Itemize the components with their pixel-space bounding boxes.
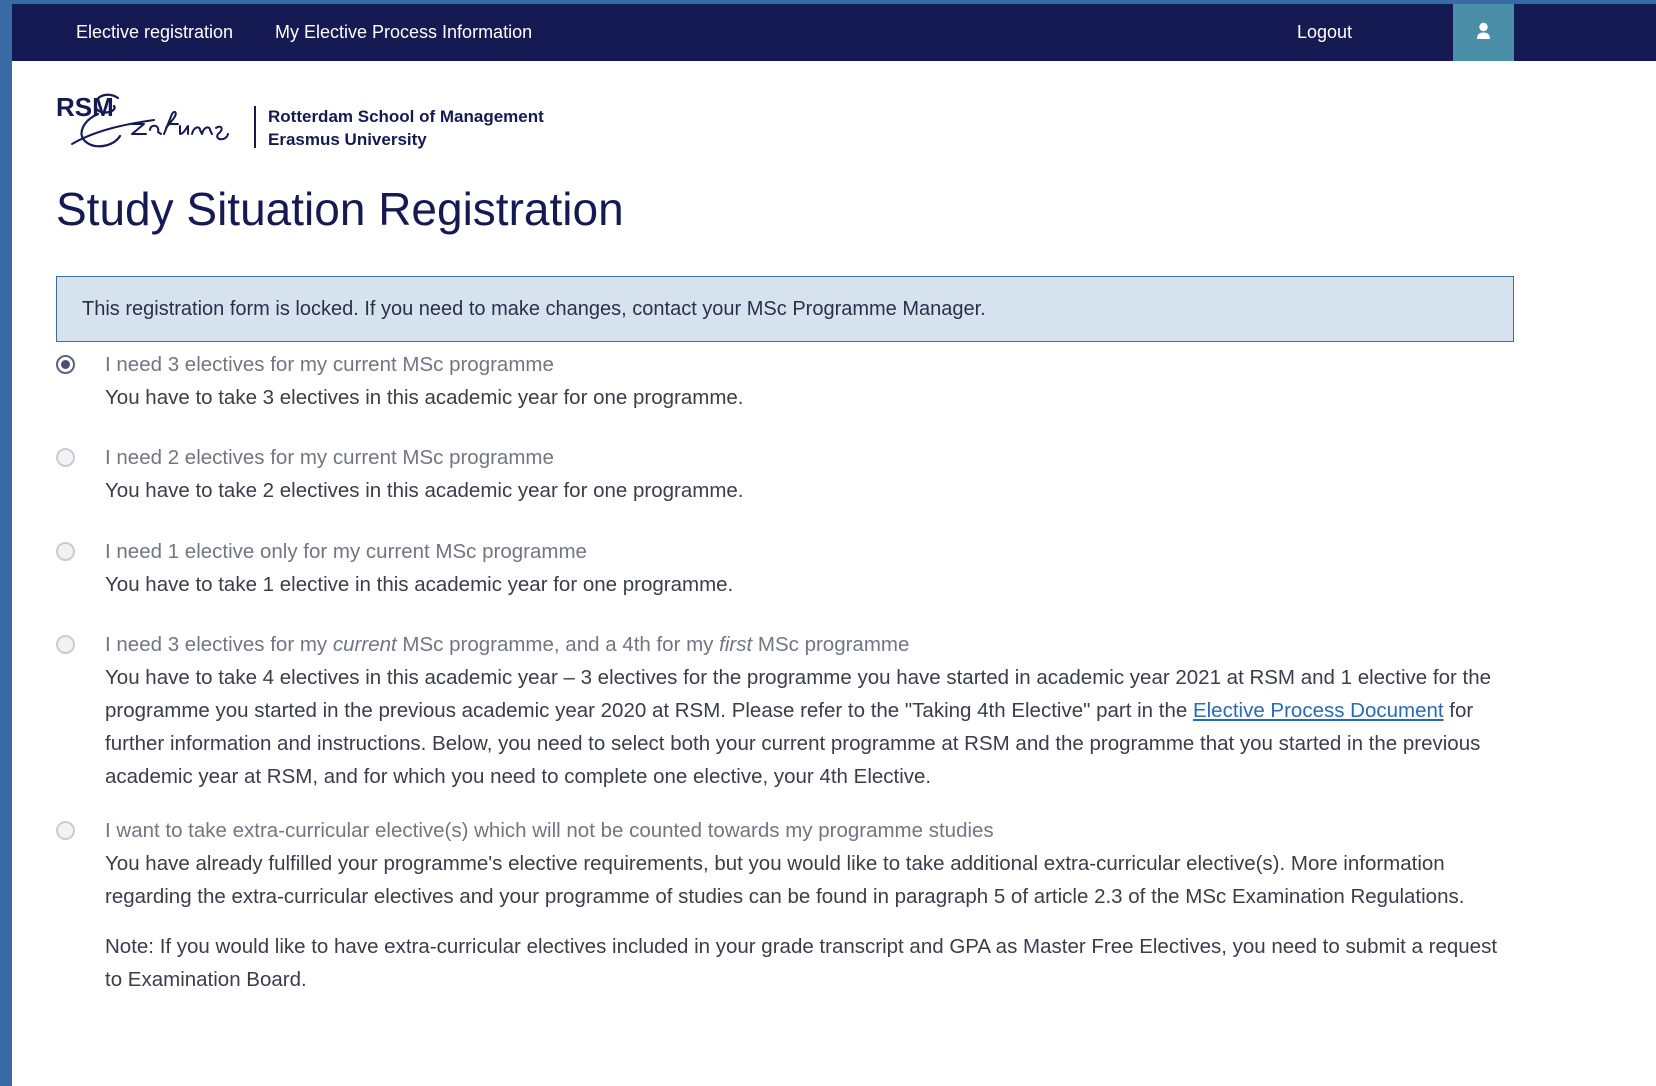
option-description: You have to take 4 electives in this aca… bbox=[105, 661, 1515, 793]
user-icon bbox=[1477, 22, 1490, 39]
page-frame: Elective registration My Elective Proces… bbox=[12, 4, 1656, 1086]
logout-link[interactable]: Logout bbox=[1297, 4, 1352, 61]
label-text: MSc programme bbox=[752, 633, 910, 656]
logo-school-name: Rotterdam School of Management Erasmus U… bbox=[268, 105, 544, 151]
top-navbar: Elective registration My Elective Proces… bbox=[12, 4, 1656, 61]
label-emphasis-first: first bbox=[719, 633, 753, 656]
option-label: I need 3 electives for my current MSc pr… bbox=[105, 353, 554, 376]
page-title: Study Situation Registration bbox=[56, 183, 624, 235]
radio-1-elective[interactable] bbox=[56, 542, 75, 561]
label-text: MSc programme, and a 4th for my bbox=[396, 633, 720, 656]
logo-line-1: Rotterdam School of Management bbox=[268, 107, 544, 126]
option-label: I need 2 electives for my current MSc pr… bbox=[105, 446, 554, 469]
label-emphasis-current: current bbox=[332, 633, 397, 656]
option-description: You have to take 2 electives in this aca… bbox=[105, 479, 744, 502]
option-label: I need 1 elective only for my current MS… bbox=[105, 540, 587, 563]
rsm-logo: RSM Rotterdam School of Management Erasm… bbox=[56, 84, 576, 164]
elective-process-document-link[interactable]: Elective Process Document bbox=[1193, 699, 1444, 722]
radio-2-electives[interactable] bbox=[56, 448, 75, 467]
label-text: I need 3 electives for my bbox=[105, 633, 333, 656]
option-note: Note: If you would like to have extra-cu… bbox=[105, 935, 1498, 991]
radio-3-electives[interactable] bbox=[56, 355, 75, 374]
user-menu-button[interactable] bbox=[1453, 4, 1514, 61]
radio-extra-curricular[interactable] bbox=[56, 821, 75, 840]
option-description: You have already fulfilled your programm… bbox=[105, 852, 1465, 908]
option-description: You have to take 1 elective in this acad… bbox=[105, 573, 734, 596]
erasmus-signature bbox=[71, 93, 229, 148]
option-description: You have to take 3 electives in this aca… bbox=[105, 386, 744, 409]
nav-elective-registration[interactable]: Elective registration bbox=[76, 4, 233, 61]
option-label: I need 3 electives for my current MSc pr… bbox=[105, 629, 1515, 661]
logo-line-2: Erasmus University bbox=[268, 130, 427, 149]
radio-4th-elective[interactable] bbox=[56, 635, 75, 654]
locked-form-alert: This registration form is locked. If you… bbox=[56, 276, 1514, 342]
option-label: I want to take extra-curricular elective… bbox=[105, 819, 994, 842]
nav-my-elective-process-information[interactable]: My Elective Process Information bbox=[275, 4, 532, 61]
logo-divider bbox=[254, 106, 256, 148]
